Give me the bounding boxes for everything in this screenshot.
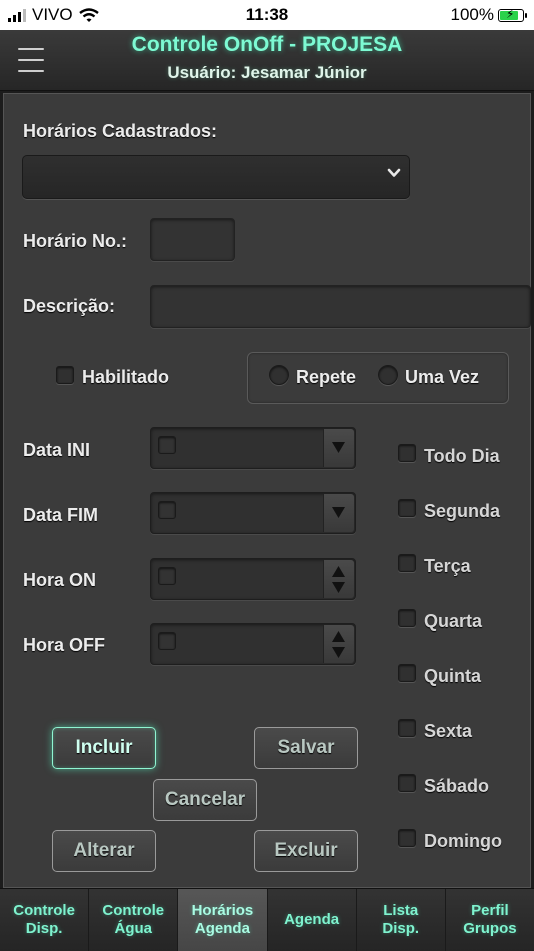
habilitado-checkbox[interactable] [56,366,74,384]
data-fim-label: Data FIM [23,505,99,525]
day-label-terca: Terça [424,556,471,576]
triangle-up-icon [332,631,345,642]
descricao-label: Descrição: [23,296,116,316]
triangle-down-icon [332,582,345,593]
day-label-sabado: Sábado [424,776,490,796]
tab-agenda[interactable]: Agenda [267,889,357,951]
cancelar-button[interactable]: Cancelar [153,779,257,821]
habilitado-label: Habilitado [82,367,170,387]
app-title: Controle OnOff - PROJESA [131,33,403,56]
status-bar: VIVO 11:38 100% ⚡ [0,0,534,30]
data-ini-checkbox[interactable] [158,436,176,454]
tab-controle-disp[interactable]: Controle Disp. [0,889,90,951]
horario-no-input[interactable] [150,218,235,261]
day-label-domingo: Domingo [424,831,502,851]
data-ini-label: Data INI [23,440,91,460]
battery-percent: 100% [450,5,494,24]
battery-group: 100% ⚡ [450,5,527,25]
sexta-checkbox[interactable] [398,719,416,737]
hora-on-label: Hora ON [23,570,97,590]
quinta-checkbox[interactable] [398,664,416,682]
data-ini-picker[interactable] [150,427,356,469]
tab-horarios-agenda[interactable]: Horários Agenda [178,889,268,951]
horarios-cadastrados-label: Horários Cadastrados: [23,121,218,141]
excluir-button[interactable]: Excluir [254,830,358,872]
descricao-input[interactable] [150,285,531,328]
day-label-todo-dia: Todo Dia [424,446,500,466]
hora-off-picker[interactable] [150,623,356,665]
uma-vez-radio[interactable] [378,365,398,385]
repete-radio[interactable] [269,365,289,385]
hora-off-label: Hora OFF [23,635,106,655]
terca-checkbox[interactable] [398,554,416,572]
hora-on-spin-button[interactable] [323,560,354,598]
triangle-up-icon [332,566,345,577]
segunda-checkbox[interactable] [398,499,416,517]
day-label-sexta: Sexta [424,721,473,741]
hora-off-checkbox[interactable] [158,632,176,650]
hora-on-picker[interactable] [150,558,356,600]
sabado-checkbox[interactable] [398,774,416,792]
alterar-button[interactable]: Alterar [52,830,156,872]
horario-no-label: Horário No.: [23,231,128,251]
horarios-cadastrados-select[interactable] [22,155,410,199]
todo-dia-checkbox[interactable] [398,444,416,462]
day-label-segunda: Segunda [424,501,501,521]
data-fim-picker[interactable] [150,492,356,534]
salvar-button[interactable]: Salvar [254,727,358,769]
hora-off-spin-button[interactable] [323,625,354,663]
day-label-quarta: Quarta [424,611,483,631]
domingo-checkbox[interactable] [398,829,416,847]
incluir-button[interactable]: Incluir [52,727,156,769]
app-header: Controle OnOff - PROJESA Usuário: Jesama… [0,30,534,91]
uma-vez-label: Uma Vez [405,367,480,387]
data-ini-dropdown-button[interactable] [323,429,354,467]
hora-on-checkbox[interactable] [158,567,176,585]
tab-bar: Controle Disp. Controle Água Horários Ag… [0,888,534,951]
battery-icon: ⚡ [498,7,527,22]
triangle-down-icon [332,442,345,453]
quarta-checkbox[interactable] [398,609,416,627]
triangle-down-icon [332,507,345,518]
tab-controle-agua[interactable]: Controle Água [89,889,179,951]
tab-perfil-grupos[interactable]: Perfil Grupos [445,889,534,951]
tab-lista-disp[interactable]: Lista Disp. [356,889,446,951]
data-fim-dropdown-button[interactable] [323,494,354,532]
day-label-quinta: Quinta [424,666,481,686]
repete-label: Repete [296,367,357,387]
user-subtitle: Usuário: Jesamar Júnior [167,63,367,82]
chevron-down-icon [387,168,401,177]
data-fim-checkbox[interactable] [158,501,176,519]
triangle-down-icon [332,647,345,658]
